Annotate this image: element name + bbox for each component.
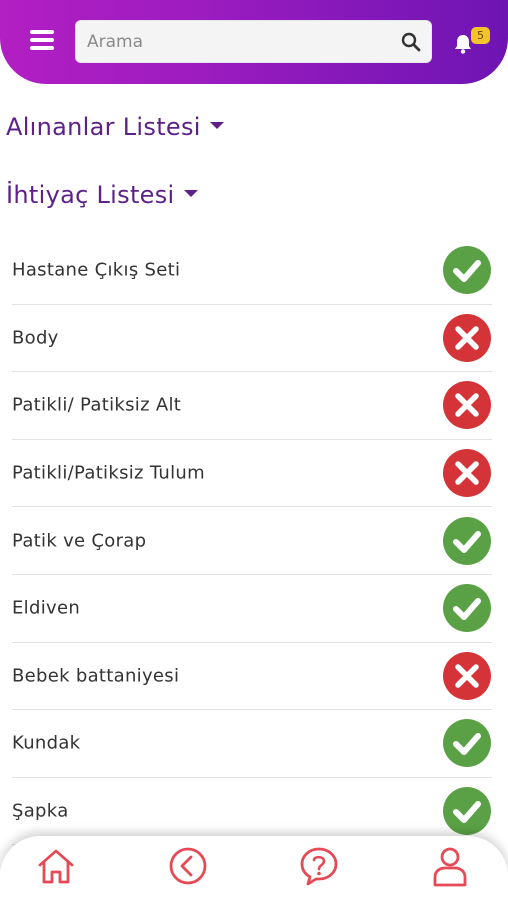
search-icon[interactable] xyxy=(401,32,421,52)
needs-list-title: İhtiyaç Listesi xyxy=(6,181,175,209)
list-item[interactable]: Eldiven xyxy=(12,575,492,643)
top-header: 5 xyxy=(0,0,508,84)
list-item[interactable]: Hastane Çıkış Seti xyxy=(12,237,492,305)
search-input[interactable] xyxy=(76,21,396,62)
cross-icon[interactable] xyxy=(443,651,491,700)
check-icon[interactable] xyxy=(443,246,491,295)
list-item-label: Body xyxy=(12,327,59,349)
list-item-label: Şapka xyxy=(12,800,69,822)
cross-icon[interactable] xyxy=(443,381,491,430)
cross-icon[interactable] xyxy=(443,449,491,498)
list-item[interactable]: Bebek battaniyesi xyxy=(12,643,492,711)
list-item[interactable]: Patikli/Patiksiz Tulum xyxy=(12,440,492,508)
list-item-label: Patikli/Patiksiz Tulum xyxy=(12,462,205,484)
home-icon[interactable] xyxy=(34,844,78,888)
list-item-label: Patik ve Çorap xyxy=(12,530,147,552)
received-list-toggle[interactable]: Alınanlar Listesi xyxy=(6,113,224,141)
notification-badge: 5 xyxy=(471,27,490,44)
caret-down-icon xyxy=(183,189,198,197)
search-box[interactable] xyxy=(75,20,432,63)
received-list-title: Alınanlar Listesi xyxy=(6,113,201,141)
needs-list-toggle[interactable]: İhtiyaç Listesi xyxy=(6,181,198,209)
back-icon[interactable] xyxy=(166,844,210,888)
list-item-label: Bebek battaniyesi xyxy=(12,665,180,687)
check-icon[interactable] xyxy=(443,584,491,633)
check-icon[interactable] xyxy=(443,516,491,565)
check-icon[interactable] xyxy=(443,719,491,768)
list-item-label: Patikli/ Patiksiz Alt xyxy=(12,394,182,416)
help-icon[interactable] xyxy=(297,844,341,888)
caret-down-icon xyxy=(209,121,224,129)
list-item[interactable]: Patikli/ Patiksiz Alt xyxy=(12,372,492,440)
check-icon[interactable] xyxy=(443,787,491,836)
bottom-navigation xyxy=(0,836,508,900)
list-item-label: Eldiven xyxy=(12,597,81,619)
hamburger-menu-icon[interactable] xyxy=(30,30,56,54)
list-item[interactable]: Body xyxy=(12,305,492,373)
cross-icon[interactable] xyxy=(443,313,491,362)
user-icon[interactable] xyxy=(428,844,472,888)
list-item-label: Kundak xyxy=(12,732,81,754)
list-item[interactable]: Kundak xyxy=(12,710,492,778)
list-item-label: Hastane Çıkış Seti xyxy=(12,259,181,281)
list-item[interactable]: Patik ve Çorap xyxy=(12,507,492,575)
needs-list: Hastane Çıkış Seti Body Patikli/ Patiksiz … xyxy=(12,237,492,846)
